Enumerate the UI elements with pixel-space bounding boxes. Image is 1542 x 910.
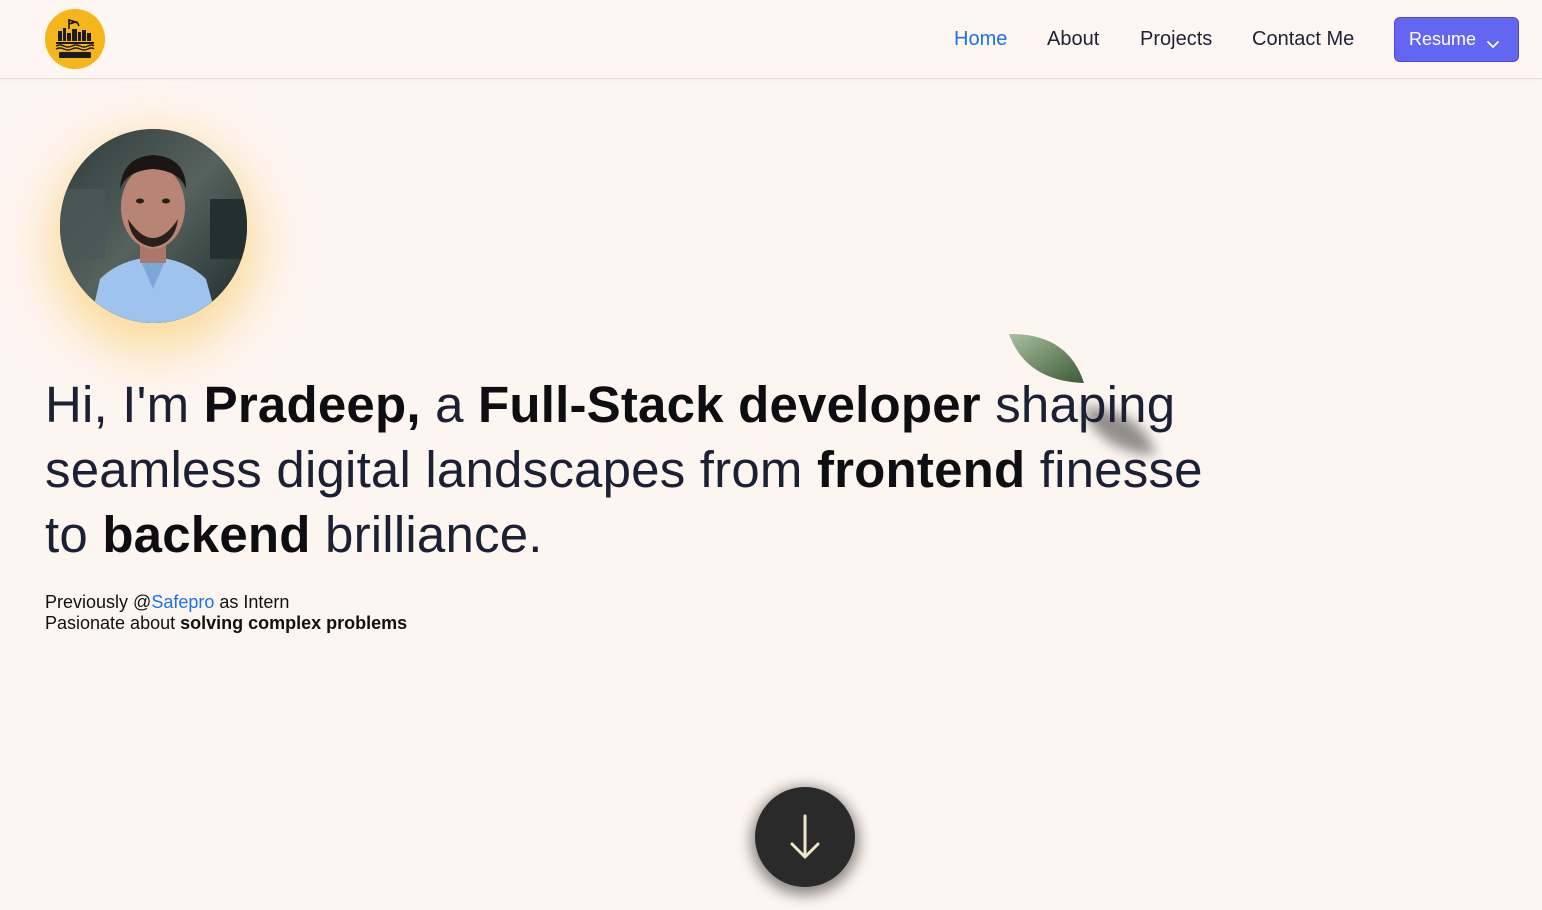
logo[interactable] — [45, 9, 105, 69]
nav-home[interactable]: Home — [954, 27, 1007, 51]
resume-button-label: Resume — [1409, 29, 1477, 49]
arrow-down-icon — [790, 814, 820, 859]
nav-about[interactable]: About — [1047, 27, 1099, 51]
headline-role: Full-Stack developer — [478, 376, 981, 433]
previous-role-prefix: Previously @ — [45, 592, 152, 612]
headline-text: a — [420, 376, 479, 433]
headline-backend: backend — [102, 506, 311, 563]
scroll-down-button[interactable] — [755, 787, 855, 887]
headline-frontend: frontend — [816, 441, 1026, 498]
hero-subtext: Previously @Safepro as Intern Pasionate … — [45, 592, 407, 634]
headline-text: Hi, I'm — [45, 376, 204, 433]
resume-button[interactable]: Resume — [1394, 17, 1519, 62]
hero-headline: Hi, I'm Pradeep, a Full-Stack developer … — [45, 372, 1205, 567]
passion-prefix: Pasionate about — [45, 613, 181, 633]
logo-emblem-icon — [45, 9, 105, 69]
passion-line: Pasionate about solving complex problems — [45, 613, 407, 634]
headline-name: Pradeep, — [203, 376, 421, 433]
profile-avatar — [60, 129, 247, 323]
chevron-down-icon — [1486, 34, 1500, 55]
nav-contact[interactable]: Contact Me — [1252, 27, 1354, 51]
headline-text: brilliance. — [310, 506, 543, 563]
previous-role-line: Previously @Safepro as Intern — [45, 592, 407, 613]
nav-projects[interactable]: Projects — [1140, 27, 1212, 51]
navbar: Home About Projects Contact Me Resume — [0, 0, 1542, 79]
previous-role-suffix: as Intern — [214, 592, 290, 612]
passion-bold: solving complex problems — [180, 613, 408, 633]
profile-photo — [60, 129, 247, 323]
company-link[interactable]: Safepro — [151, 592, 214, 612]
